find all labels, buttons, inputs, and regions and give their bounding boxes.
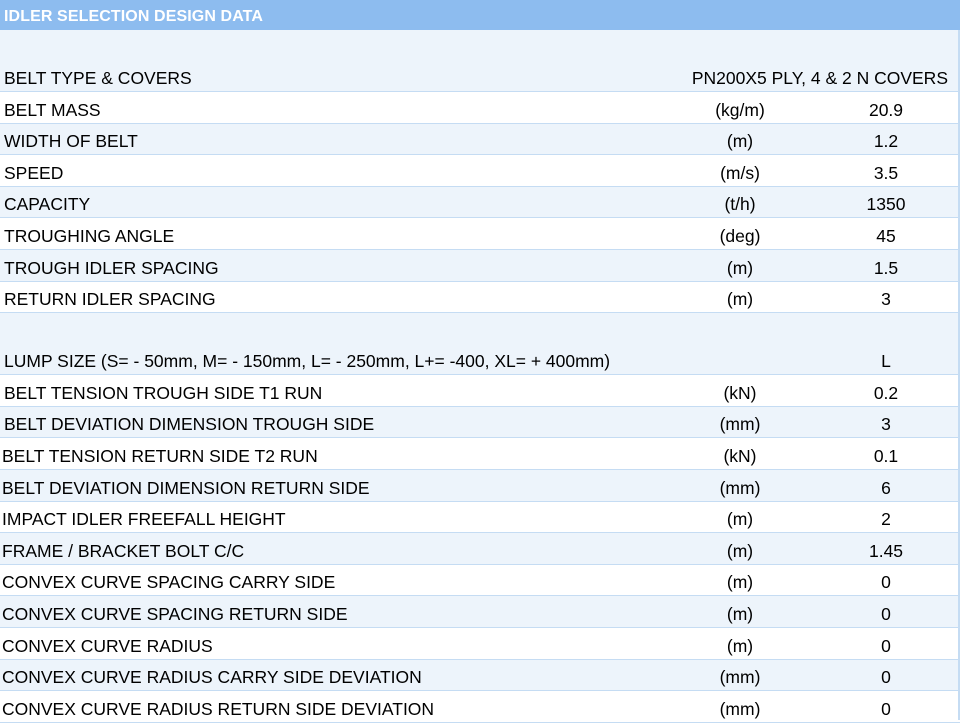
row-unit: (m/s)	[720, 162, 760, 183]
row-unit: (m)	[726, 289, 754, 310]
row-value: 6	[881, 477, 891, 498]
row-label: CONVEX CURVE RADIUS	[2, 635, 213, 656]
row-value: 0.1	[873, 445, 899, 466]
row-unit: (mm)	[719, 698, 761, 719]
row-unit: (kN)	[723, 382, 757, 403]
row-unit: (kN)	[723, 445, 757, 466]
row-label: BELT TENSION TROUGH SIDE T1 RUN	[4, 382, 323, 403]
row-label: TROUGHING ANGLE	[4, 225, 175, 246]
row-label: WIDTH OF BELT	[4, 131, 138, 152]
row-unit: (m)	[726, 509, 754, 530]
row-label: RETURN IDLER SPACING	[4, 289, 216, 310]
table-row[interactable]: WIDTH OF BELT (m) 1.2	[0, 123, 960, 156]
row-value: 20.9	[868, 99, 904, 120]
table-row[interactable]: CONVEX CURVE SPACING CARRY SIDE (m) 0	[0, 565, 960, 597]
row-unit: (t/h)	[724, 194, 756, 215]
row-value: 0	[881, 572, 891, 593]
row-label: SPEED	[4, 162, 64, 183]
row-value: L	[881, 351, 891, 372]
table-row[interactable]: BELT DEVIATION DIMENSION TROUGH SIDE (mm…	[0, 406, 960, 439]
table-row[interactable]: CONVEX CURVE SPACING RETURN SIDE (m) 0	[0, 596, 960, 628]
spreadsheet: IDLER SELECTION DESIGN DATA BELT TYPE & …	[0, 0, 960, 723]
row-value: 0.2	[873, 382, 899, 403]
table-row[interactable]: BELT TYPE & COVERS PN200X5 PLY, 4 & 2 N …	[0, 30, 960, 92]
row-value: 1.5	[873, 257, 899, 278]
table-row[interactable]: IMPACT IDLER FREEFALL HEIGHT (m) 2	[0, 502, 960, 534]
row-unit: (m)	[726, 257, 754, 278]
table-row[interactable]: CONVEX CURVE RADIUS RETURN SIDE DEVIATIO…	[0, 691, 960, 723]
row-unit: (mm)	[719, 477, 761, 498]
table-row[interactable]: CONVEX CURVE RADIUS (m) 0	[0, 628, 960, 660]
table-row[interactable]: TROUGH IDLER SPACING (m) 1.5	[0, 249, 960, 282]
row-label: LUMP SIZE (S= - 50mm, M= - 150mm, L= - 2…	[4, 351, 611, 372]
row-value: 45	[876, 225, 896, 246]
row-unit: (kg/m)	[715, 99, 765, 120]
sheet-title: IDLER SELECTION DESIGN DATA	[0, 0, 960, 30]
table-row[interactable]: FRAME / BRACKET BOLT C/C (m) 1.45	[0, 533, 960, 565]
row-unit: (m)	[726, 635, 754, 656]
row-value: 3	[881, 414, 891, 435]
row-value: 0	[881, 635, 891, 656]
row-label: BELT DEVIATION DIMENSION RETURN SIDE	[2, 477, 370, 498]
row-label: FRAME / BRACKET BOLT C/C	[2, 540, 245, 561]
row-value: 2	[881, 509, 891, 530]
row-label: CAPACITY	[4, 194, 91, 215]
row-value: 1.2	[873, 131, 899, 152]
row-value: 0	[881, 698, 891, 719]
table-row[interactable]: TROUGHING ANGLE (deg) 45	[0, 218, 960, 250]
row-label: CONVEX CURVE SPACING CARRY SIDE	[2, 572, 336, 593]
table-row[interactable]: LUMP SIZE (S= - 50mm, M= - 150mm, L= - 2…	[0, 313, 960, 376]
row-label: CONVEX CURVE RADIUS CARRY SIDE DEVIATION	[2, 667, 422, 688]
row-unit: (m)	[726, 540, 754, 561]
row-label: BELT TENSION RETURN SIDE T2 RUN	[2, 445, 318, 466]
row-value: 3.5	[873, 162, 899, 183]
row-unit: (m)	[726, 603, 754, 624]
row-label: BELT TYPE & COVERS	[4, 68, 192, 88]
row-label: TROUGH IDLER SPACING	[4, 257, 219, 278]
table-row[interactable]: BELT TENSION RETURN SIDE T2 RUN (kN) 0.1	[0, 438, 960, 470]
row-unit: (deg)	[719, 225, 761, 246]
table-row[interactable]: BELT MASS (kg/m) 20.9	[0, 92, 960, 124]
row-value: PN200X5 PLY, 4 & 2 N COVERS	[691, 68, 948, 88]
row-label: BELT MASS	[4, 99, 101, 120]
row-value: 0	[881, 667, 891, 688]
table-row[interactable]: CAPACITY (t/h) 1350	[0, 186, 960, 219]
row-unit: (m)	[726, 131, 754, 152]
row-label: CONVEX CURVE RADIUS RETURN SIDE DEVIATIO…	[2, 698, 435, 719]
table-row[interactable]: BELT TENSION TROUGH SIDE T1 RUN (kN) 0.2	[0, 375, 960, 407]
table-row[interactable]: RETURN IDLER SPACING (m) 3	[0, 282, 960, 314]
row-label: IMPACT IDLER FREEFALL HEIGHT	[2, 509, 286, 530]
row-label: CONVEX CURVE SPACING RETURN SIDE	[2, 603, 348, 624]
table-row[interactable]: SPEED (m/s) 3.5	[0, 155, 960, 187]
row-value: 3	[881, 289, 891, 310]
table-row[interactable]: CONVEX CURVE RADIUS CARRY SIDE DEVIATION…	[0, 659, 960, 692]
table-row[interactable]: BELT DEVIATION DIMENSION RETURN SIDE (mm…	[0, 469, 960, 502]
row-value: 1.45	[868, 540, 904, 561]
row-value: 0	[881, 603, 891, 624]
row-unit: (mm)	[719, 414, 761, 435]
row-unit: (mm)	[719, 667, 761, 688]
row-label: BELT DEVIATION DIMENSION TROUGH SIDE	[4, 414, 375, 435]
row-value: 1350	[866, 194, 906, 215]
row-unit: (m)	[726, 572, 754, 593]
